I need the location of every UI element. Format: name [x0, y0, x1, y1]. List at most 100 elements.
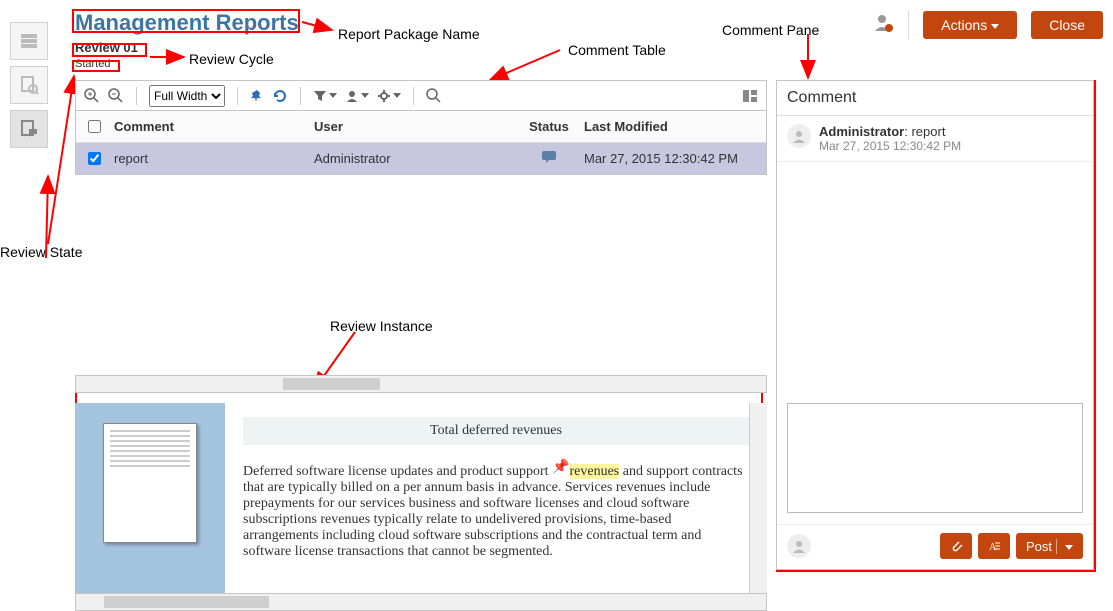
format-button[interactable]: A: [978, 533, 1010, 559]
col-modified-header[interactable]: Last Modified: [584, 119, 758, 134]
comment-pane-title: Comment: [777, 81, 1093, 116]
actions-label: Actions: [941, 17, 987, 33]
cell-comment: report: [114, 151, 314, 166]
document-view: Total deferred revenues Deferred softwar…: [75, 403, 767, 593]
left-nav: [10, 22, 48, 148]
chevron-down-icon: [393, 93, 401, 98]
callout-cycle: Review Cycle: [189, 51, 274, 67]
header-right: Actions Close: [874, 10, 1103, 40]
doc-search-icon: [19, 75, 39, 95]
col-status-header[interactable]: Status: [514, 119, 584, 134]
annot-box-package: [72, 9, 300, 33]
callout-pane: Comment Pane: [722, 22, 819, 38]
avatar-icon: [787, 124, 811, 148]
doc-vscrollbar[interactable]: [749, 403, 767, 593]
scrollbar-thumb[interactable]: [104, 596, 270, 608]
separator: [300, 87, 301, 105]
spacer: [777, 162, 1093, 403]
thumbnail-content: [110, 430, 190, 467]
post-label: Post: [1026, 539, 1052, 554]
user-filter-button[interactable]: [345, 89, 369, 103]
refresh-button[interactable]: [272, 88, 288, 104]
doc-body[interactable]: Total deferred revenues Deferred softwar…: [225, 403, 767, 593]
separator: [237, 87, 238, 105]
separator: [136, 87, 137, 105]
comment-input-wrap: [777, 403, 1093, 524]
callout-package: Report Package Name: [338, 26, 480, 42]
page-thumbnail[interactable]: [103, 423, 197, 543]
annot-box-cycle: [72, 43, 147, 57]
comment-bubble-icon: [541, 150, 557, 164]
layout-toggle-button[interactable]: [742, 88, 758, 104]
close-button[interactable]: Close: [1031, 11, 1103, 39]
zoom-out-button[interactable]: [108, 88, 124, 104]
pin-icon: [250, 89, 264, 103]
comment-entry-text: Administrator: report Mar 27, 2015 12:30…: [819, 124, 961, 153]
nav-comments-button[interactable]: [10, 110, 48, 148]
table-header-row: Comment User Status Last Modified: [76, 111, 766, 143]
search-button[interactable]: [426, 88, 442, 104]
chevron-down-icon: [329, 93, 337, 98]
attach-button[interactable]: [940, 533, 972, 559]
table-row[interactable]: report Administrator Mar 27, 2015 12:30:…: [76, 143, 766, 174]
grid-icon: [19, 31, 39, 51]
user-status-icon[interactable]: [874, 13, 894, 38]
zoom-in-icon: [84, 88, 100, 104]
comment-body: report: [911, 124, 945, 139]
table-hscrollbar[interactable]: [75, 375, 767, 393]
scrollbar-thumb[interactable]: [283, 378, 380, 390]
pin-button[interactable]: [250, 89, 264, 103]
comment-actions: A Post: [777, 524, 1093, 569]
doc-paragraph: Deferred software license updates and pr…: [243, 463, 749, 560]
cell-user: Administrator: [314, 151, 514, 166]
svg-text:A: A: [989, 542, 997, 553]
select-all-checkbox[interactable]: [88, 120, 101, 133]
zoom-out-icon: [108, 88, 124, 104]
current-user-avatar: [787, 534, 811, 558]
zoom-select[interactable]: Full Width: [149, 85, 225, 107]
cell-status: [514, 150, 584, 167]
layout-icon: [742, 88, 758, 104]
attach-icon: [949, 539, 963, 553]
nav-review-button[interactable]: [10, 66, 48, 104]
chevron-down-icon: [991, 24, 999, 29]
comment-timestamp: Mar 27, 2015 12:30:42 PM: [819, 139, 961, 153]
comment-textarea[interactable]: [787, 403, 1083, 513]
annot-box-state: [72, 60, 120, 72]
col-comment-header[interactable]: Comment: [114, 119, 314, 134]
nav-report-center-button[interactable]: [10, 22, 48, 60]
row-checkbox-cell: [84, 149, 114, 168]
doc-thumbnail-panel: [75, 403, 225, 593]
comment-table: Comment User Status Last Modified report…: [75, 110, 767, 175]
col-checkbox: [84, 117, 114, 136]
separator: [908, 10, 909, 40]
text-format-icon: A: [987, 539, 1001, 553]
main-area: Full Width Comment User Status Last Modi…: [75, 80, 767, 580]
post-button[interactable]: Post: [1016, 533, 1083, 559]
refresh-icon: [272, 88, 288, 104]
doc-comment-icon: [19, 119, 39, 139]
callout-table: Comment Table: [568, 42, 666, 58]
doc-section-title: Total deferred revenues: [243, 417, 749, 445]
user-icon: [345, 89, 359, 103]
comment-entry[interactable]: Administrator: report Mar 27, 2015 12:30…: [777, 116, 1093, 162]
callout-state: Review State: [0, 244, 82, 260]
gear-icon: [377, 89, 391, 103]
settings-button[interactable]: [377, 89, 401, 103]
doc-hscrollbar[interactable]: [75, 593, 767, 611]
doc-highlight: revenues: [570, 464, 620, 479]
chevron-down-icon: [361, 93, 369, 98]
doc-toolbar: Full Width: [75, 80, 767, 110]
zoom-in-button[interactable]: [84, 88, 100, 104]
comment-pin-icon[interactable]: 📌: [552, 460, 569, 475]
separator: [413, 87, 414, 105]
search-icon: [426, 88, 442, 104]
filter-icon: [313, 89, 327, 103]
col-user-header[interactable]: User: [314, 119, 514, 134]
chevron-down-icon: [1065, 545, 1073, 550]
filter-button[interactable]: [313, 89, 337, 103]
row-checkbox[interactable]: [88, 152, 101, 165]
doc-text-pre: Deferred software license updates and pr…: [243, 464, 552, 479]
comment-pane: Comment Administrator: report Mar 27, 20…: [776, 80, 1094, 570]
actions-button[interactable]: Actions: [923, 11, 1017, 39]
